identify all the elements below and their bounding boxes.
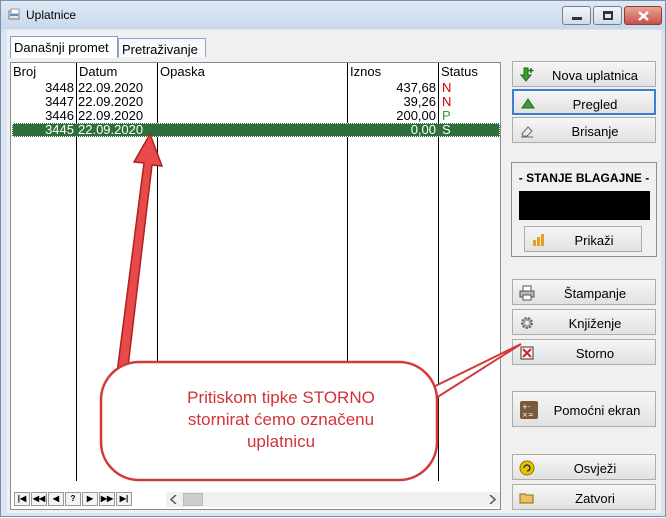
callout-line-1: Pritiskom tipke STORNO: [187, 388, 375, 407]
annotation-arrow: [116, 132, 164, 376]
tab-danasnji-promet[interactable]: Današnji promet: [10, 36, 118, 58]
callout-line-2: stornirat ćemo označenu: [187, 410, 375, 429]
callout-line-3: uplatnicu: [246, 432, 316, 451]
uplatnice-window: Uplatnice Današnji promet Pretraživanje …: [0, 0, 666, 517]
annotation-callout-text: Pritiskom tipke STORNO stornirat ćemo oz…: [131, 387, 431, 453]
